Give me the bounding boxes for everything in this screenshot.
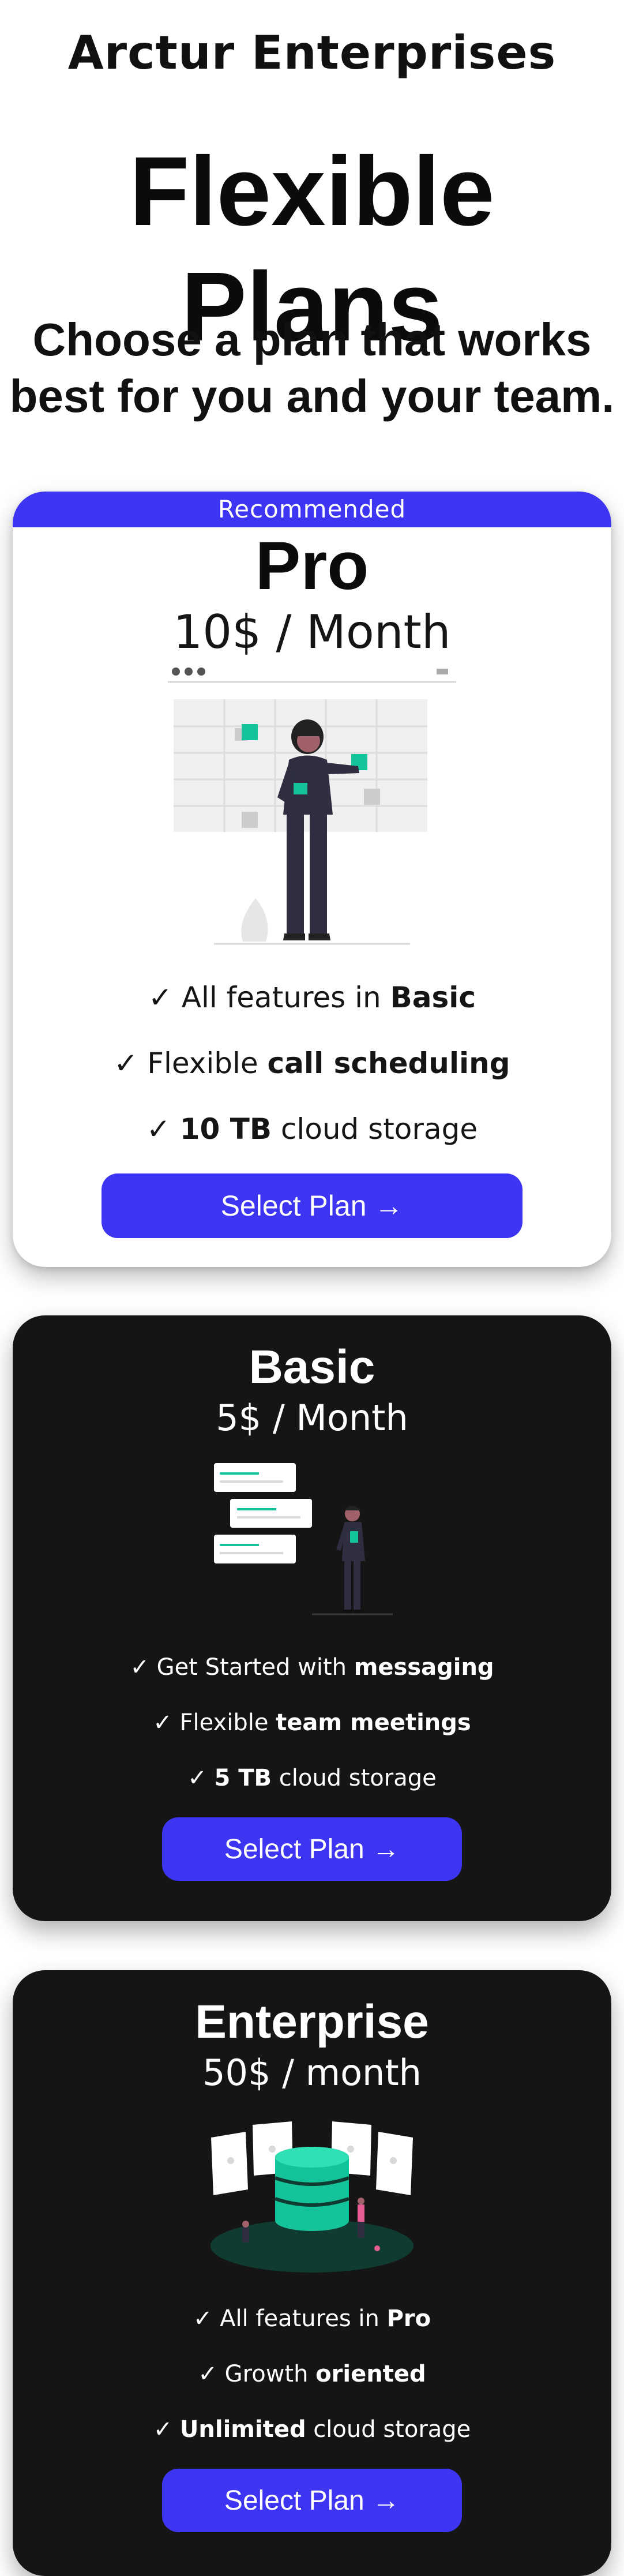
plan-card-pro: Recommended Pro 10$ / Month ✓ All featur… <box>13 492 611 1267</box>
feature-item: ✓ Get Started with messaging <box>130 1654 494 1681</box>
feature-item: ✓ Flexible call scheduling <box>114 1047 510 1080</box>
feature-item: ✓ All features in Basic <box>148 981 476 1014</box>
woman-presenting-board-illustration <box>168 665 456 947</box>
select-plan-button-enterprise[interactable]: Select Plan → <box>162 2469 462 2532</box>
feature-item: ✓ Flexible team meetings <box>153 1709 471 1736</box>
plan-price-pro: 10$ / Month <box>173 605 451 659</box>
plan-name-basic: Basic <box>249 1341 375 1393</box>
select-plan-button-basic[interactable]: Select Plan → <box>162 1817 462 1881</box>
man-messaging-illustration <box>214 1463 410 1625</box>
select-plan-button-pro[interactable]: Select Plan → <box>102 1173 522 1238</box>
feature-item: ✓ 10 TB cloud storage <box>146 1112 478 1146</box>
recommended-badge: Recommended <box>13 492 611 527</box>
plan-card-basic: Basic 5$ / Month ✓ Get Started with mess… <box>13 1315 611 1921</box>
subtitle-line-1: Choose a plan that works <box>32 314 592 365</box>
plan-name-pro: Pro <box>255 528 369 604</box>
plan-price-enterprise: 50$ / month <box>202 2052 422 2094</box>
company-name: Arctur Enterprises <box>67 26 557 80</box>
feature-item: ✓ Growth oriented <box>198 2361 426 2387</box>
database-server-illustration <box>205 2114 419 2276</box>
feature-list-enterprise: ✓ All features in Pro ✓ Growth oriented … <box>13 2291 611 2457</box>
feature-list-pro: ✓ All features in Basic ✓ Flexible call … <box>13 965 611 1162</box>
feature-item: ✓ 5 TB cloud storage <box>187 1765 437 1791</box>
page-subtitle: Choose a plan that works best for you an… <box>0 312 624 425</box>
feature-list-basic: ✓ Get Started with messaging ✓ Flexible … <box>13 1640 611 1806</box>
plan-name-enterprise: Enterprise <box>195 1996 429 2048</box>
feature-item: ✓ All features in Pro <box>193 2305 431 2332</box>
plan-price-basic: 5$ / Month <box>216 1397 408 1439</box>
plan-card-enterprise: Enterprise 50$ / month ✓ All features in… <box>13 1970 611 2576</box>
subtitle-line-2: best for you and your team. <box>9 370 615 422</box>
feature-item: ✓ Unlimited cloud storage <box>153 2416 471 2443</box>
